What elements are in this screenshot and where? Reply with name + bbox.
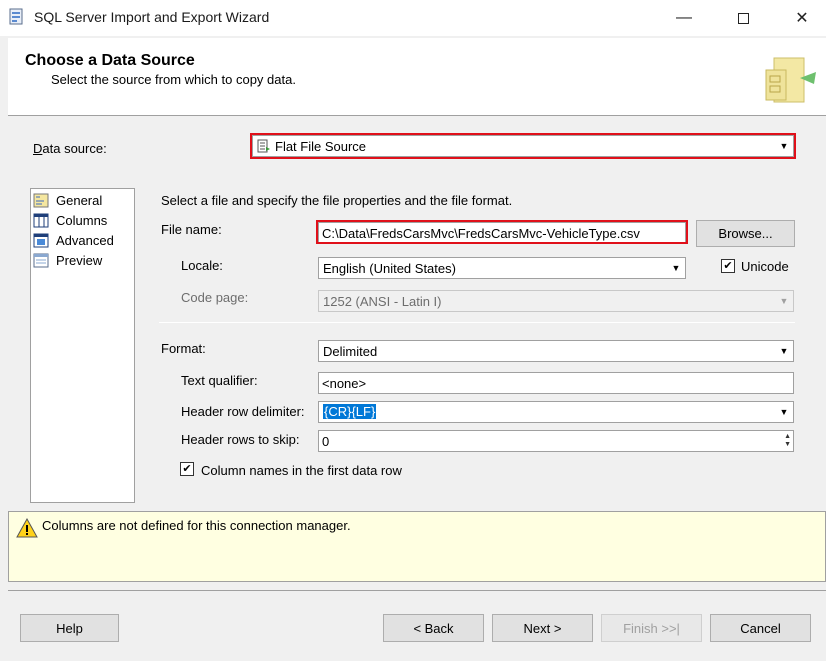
wizard-header: Choose a Data Source Select the source f… [8,38,826,116]
title-bar: SQL Server Import and Export Wizard — ✕ [0,0,826,36]
minimize-icon: — [676,9,692,26]
file-name-label: File name: [161,222,222,237]
preview-icon [33,253,49,267]
file-name-highlight-box [316,220,688,244]
locale-dropdown[interactable]: English (United States) ▼ [318,257,686,279]
wizard-banner-icon [765,57,816,103]
page-subtitle: Select the source from which to copy dat… [51,72,296,87]
dropdown-arrow-icon: ▼ [779,407,789,417]
header-rows-skip-label: Header rows to skip: [181,432,300,447]
maximize-icon [737,12,749,24]
section-divider [159,322,795,323]
advanced-icon [33,233,49,247]
text-qualifier-value: <none> [322,376,367,391]
columns-icon [33,213,49,227]
header-rows-skip-stepper[interactable]: 0 ▲ ▼ [318,430,794,452]
back-button[interactable]: < Back [383,614,484,642]
column-names-checkbox[interactable]: ✔ [180,462,194,476]
footer-divider [8,590,826,591]
locale-label: Locale: [181,258,223,273]
help-button[interactable]: Help [20,614,119,642]
browse-button[interactable]: Browse... [696,220,795,247]
checkmark-icon: ✔ [723,259,733,272]
page-title: Choose a Data Source [25,52,195,69]
text-qualifier-input[interactable]: <none> [318,372,794,394]
general-icon [33,193,49,207]
close-button[interactable]: ✕ [779,0,825,36]
nav-item-general[interactable]: General [33,191,103,209]
checkmark-icon: ✔ [182,462,192,475]
message-text: Columns are not defined for this connect… [42,518,351,533]
window-title: SQL Server Import and Export Wizard [34,9,270,25]
nav-item-advanced[interactable]: Advanced [33,231,114,249]
message-panel: Columns are not defined for this connect… [8,511,826,582]
nav-item-columns[interactable]: Columns [33,211,107,229]
finish-button[interactable]: Finish >>| [601,614,702,642]
minimize-button[interactable]: — [661,0,707,36]
warning-icon [16,518,38,538]
dropdown-arrow-icon: ▼ [671,263,681,273]
header-row-delimiter-dropdown[interactable]: {CR}{LF} ▼ [318,401,794,423]
dropdown-arrow-icon: ▼ [779,346,789,356]
data-source-label: Data source: [33,141,107,156]
instruction-text: Select a file and specify the file prope… [161,193,513,208]
maximize-button[interactable] [720,0,766,36]
code-page-dropdown[interactable]: 1252 (ANSI - Latin I) ▼ [318,290,794,312]
text-qualifier-label: Text qualifier: [181,373,258,388]
code-page-label: Code page: [181,290,249,305]
column-names-label: Column names in the first data row [201,463,402,478]
header-row-delimiter-value: {CR}{LF} [323,404,377,419]
code-page-value: 1252 (ANSI - Latin I) [323,294,442,309]
locale-value: English (United States) [323,261,456,276]
cancel-button[interactable]: Cancel [710,614,811,642]
format-dropdown[interactable]: Delimited ▼ [318,340,794,362]
dropdown-arrow-icon: ▼ [779,296,789,306]
spinner-arrows-icon[interactable]: ▲ ▼ [784,433,791,449]
unicode-label: Unicode [741,259,789,274]
wizard-app-icon [9,8,23,25]
format-value: Delimited [323,344,378,359]
nav-item-preview[interactable]: Preview [33,251,102,269]
page-navigation: General Columns Advanced Preview [30,188,135,503]
next-button[interactable]: Next > [492,614,593,642]
highlight-box [250,133,796,159]
unicode-checkbox[interactable]: ✔ [721,259,735,273]
format-label: Format: [161,341,206,356]
header-rows-skip-value: 0 [322,434,330,449]
header-row-delimiter-label: Header row delimiter: [181,404,305,419]
close-icon: ✕ [795,10,809,27]
